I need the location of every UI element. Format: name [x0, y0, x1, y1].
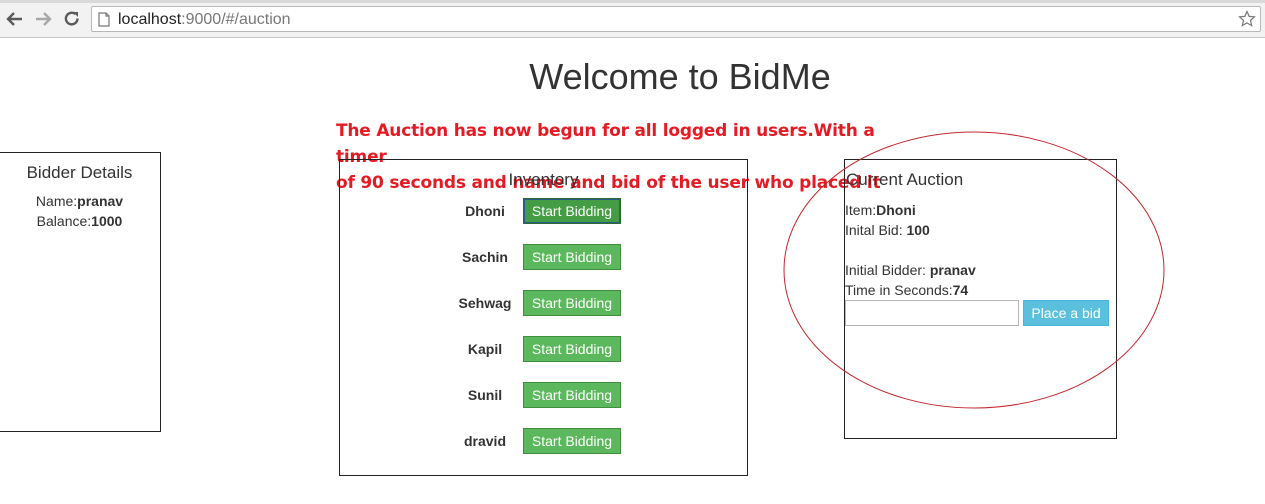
initial-bid-row: Inital Bid: 100	[845, 222, 930, 238]
current-auction-heading: Current Auction	[846, 170, 964, 189]
bidder-balance-label: Balance:	[36, 213, 92, 229]
back-icon[interactable]	[4, 8, 26, 30]
place-bid-button[interactable]: Place a bid	[1023, 300, 1109, 326]
url-path: :9000/#/auction	[181, 11, 291, 28]
inventory-item: Kapil Start Bidding	[340, 336, 747, 362]
inventory-item: Sunil Start Bidding	[340, 382, 747, 408]
bidder-details-panel: Bidder Details Name:pranav Balance:1000	[0, 152, 161, 432]
time-row: Time in Seconds:74	[845, 282, 968, 298]
tab-strip-edge	[0, 0, 1265, 3]
inventory-heading: Inventory	[508, 170, 579, 189]
start-bidding-button[interactable]: Start Bidding	[523, 290, 621, 316]
initial-bidder-row: Initial Bidder: pranav	[845, 262, 976, 278]
auction-item-value: Dhoni	[876, 202, 916, 218]
inventory-item-name: Sachin	[462, 249, 508, 265]
start-bidding-button[interactable]: Start Bidding	[523, 428, 621, 454]
start-bidding-button[interactable]: Start Bidding	[523, 336, 621, 362]
time-label: Time in Seconds:	[845, 282, 953, 298]
initial-bid-label: Inital Bid:	[845, 222, 907, 238]
inventory-item-name: Dhoni	[465, 203, 505, 219]
star-icon[interactable]	[1238, 10, 1256, 33]
inventory-item-name: Sehwag	[458, 295, 512, 311]
reload-icon[interactable]	[61, 8, 83, 30]
bidder-name-row: Name:pranav	[0, 191, 160, 211]
inventory-item: Dhoni Start Bidding	[340, 198, 747, 224]
bidder-details-heading: Bidder Details	[26, 163, 133, 182]
bid-amount-input[interactable]	[845, 300, 1019, 326]
auction-item-label: Item:	[845, 202, 877, 218]
url-host: localhost	[118, 11, 182, 28]
time-value: 74	[952, 282, 969, 298]
start-bidding-button[interactable]: Start Bidding	[523, 244, 621, 270]
bidder-balance-value: 1000	[91, 213, 123, 229]
inventory-item-name: Kapil	[467, 341, 503, 357]
bidder-name-label: Name:	[35, 193, 78, 209]
browser-toolbar: localhost:9000/#/auction	[0, 0, 1265, 38]
inventory-item: Sachin Start Bidding	[340, 244, 747, 270]
bidder-name-value: pranav	[77, 193, 124, 209]
inventory-item: dravid Start Bidding	[340, 428, 747, 454]
start-bidding-button[interactable]: Start Bidding	[523, 382, 621, 408]
auction-item-row: Item:Dhoni	[845, 202, 916, 218]
start-bidding-button[interactable]: Start Bidding	[523, 198, 621, 224]
inventory-item-name: Sunil	[467, 387, 503, 403]
initial-bidder-label: Initial Bidder:	[845, 262, 930, 278]
current-auction-panel: Current Auction Item:Dhoni Inital Bid: 1…	[844, 159, 1117, 439]
inventory-panel: Inventory Dhoni Start Bidding Sachin Sta…	[339, 159, 748, 476]
initial-bidder-value: pranav	[929, 262, 976, 278]
inventory-item: Sehwag Start Bidding	[340, 290, 747, 316]
initial-bid-value: 100	[906, 222, 930, 238]
address-bar[interactable]: localhost:9000/#/auction	[91, 6, 1261, 32]
forward-icon[interactable]	[32, 8, 54, 30]
bidder-balance-row: Balance:1000	[0, 211, 160, 231]
page-icon	[98, 12, 110, 32]
page-title: Welcome to BidMe	[529, 56, 831, 97]
inventory-item-name: dravid	[463, 433, 506, 449]
url-text: localhost:9000/#/auction	[118, 11, 291, 29]
